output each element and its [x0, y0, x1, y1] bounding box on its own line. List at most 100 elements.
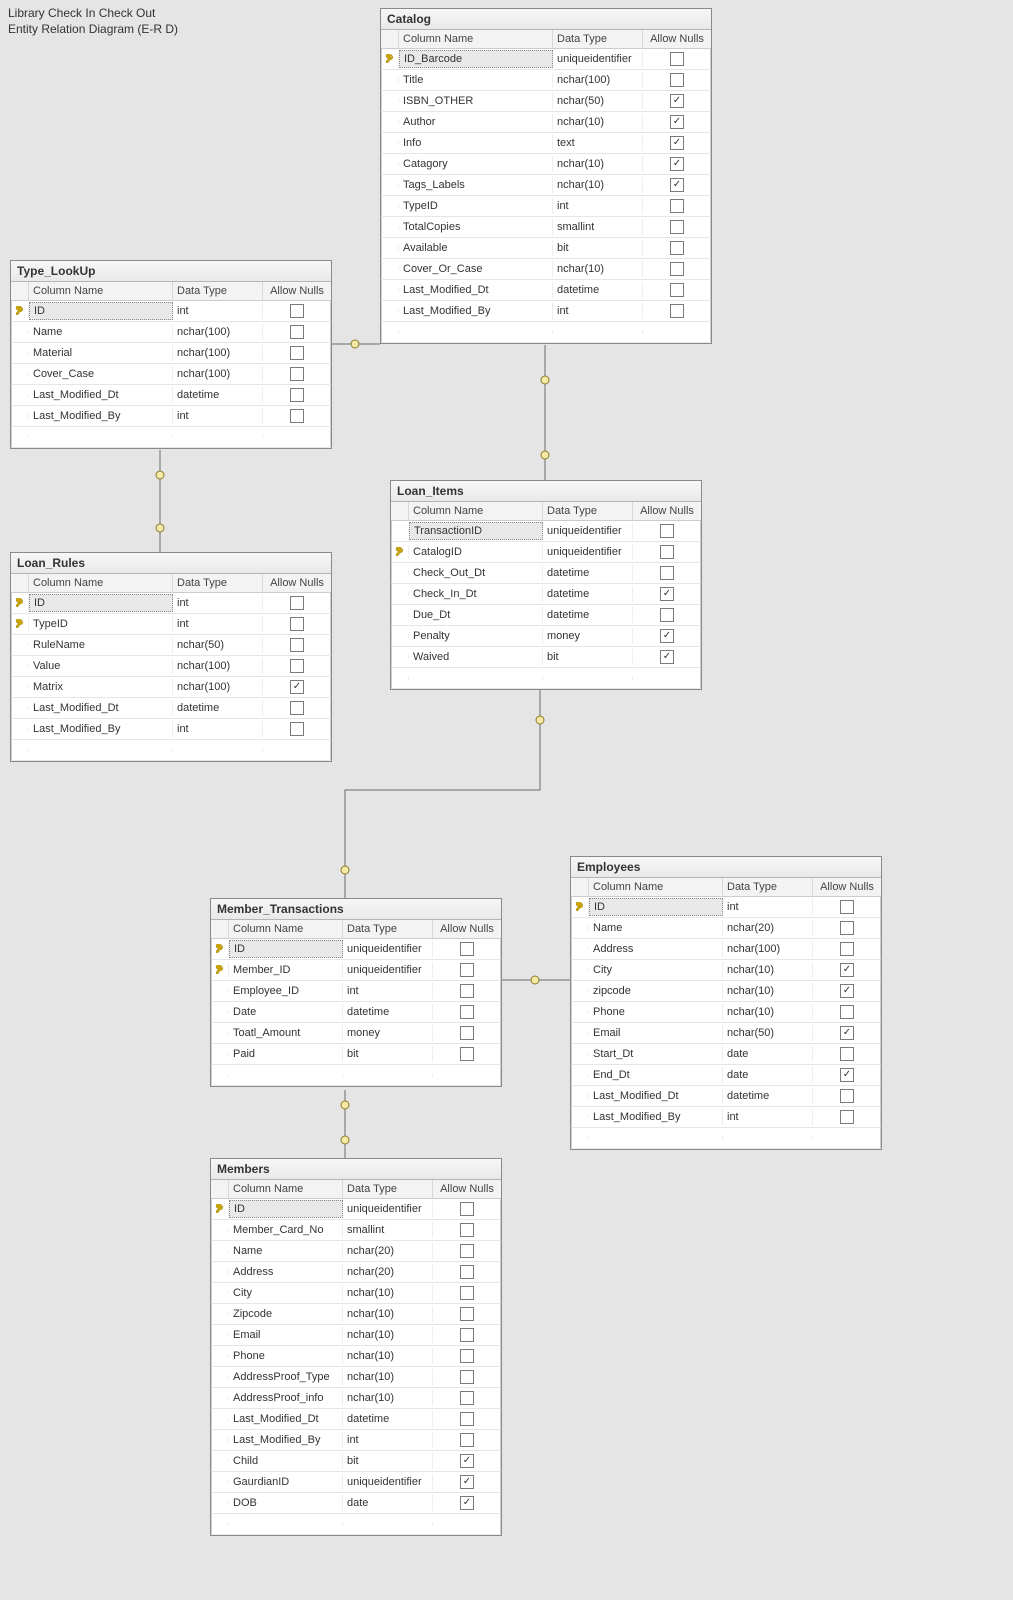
table-row[interactable]: IDint	[571, 897, 881, 918]
column-name[interactable]: Last_Modified_By	[399, 303, 553, 319]
entity-title[interactable]: Type_LookUp	[11, 261, 331, 282]
table-row[interactable]	[211, 1514, 501, 1535]
column-name[interactable]	[399, 330, 553, 334]
data-type[interactable]: nchar(10)	[343, 1390, 433, 1406]
column-name[interactable]: Phone	[229, 1348, 343, 1364]
column-name[interactable]: Paid	[229, 1046, 343, 1062]
column-name[interactable]: Last_Modified_By	[589, 1109, 723, 1125]
data-type[interactable]: int	[553, 198, 643, 214]
column-name[interactable]: CatalogID	[409, 544, 543, 560]
column-name[interactable]: TotalCopies	[399, 219, 553, 235]
allow-nulls-checkbox[interactable]	[813, 1066, 881, 1084]
table-row[interactable]: Catagorynchar(10)	[381, 154, 711, 175]
table-row[interactable]: CatalogIDuniqueidentifier	[391, 542, 701, 563]
allow-nulls-checkbox[interactable]	[643, 197, 711, 215]
column-name[interactable]: TransactionID	[409, 522, 543, 540]
column-name[interactable]: Title	[399, 72, 553, 88]
table-row[interactable]: Valuenchar(100)	[11, 656, 331, 677]
allow-nulls-checkbox[interactable]	[433, 1284, 501, 1302]
table-row[interactable]: ID_Barcodeuniqueidentifier	[381, 49, 711, 70]
table-row[interactable]: Phonenchar(10)	[571, 1002, 881, 1023]
column-name[interactable]: AddressProof_info	[229, 1390, 343, 1406]
data-type[interactable]: datetime	[343, 1411, 433, 1427]
data-type[interactable]	[173, 748, 263, 752]
allow-nulls-checkbox[interactable]	[263, 748, 331, 752]
allow-nulls-checkbox[interactable]	[433, 1221, 501, 1239]
allow-nulls-checkbox[interactable]	[643, 260, 711, 278]
allow-nulls-checkbox[interactable]	[433, 1431, 501, 1449]
allow-nulls-checkbox[interactable]	[813, 1087, 881, 1105]
data-type[interactable]: nchar(10)	[343, 1348, 433, 1364]
data-type[interactable]: smallint	[343, 1222, 433, 1238]
allow-nulls-checkbox[interactable]	[433, 1200, 501, 1218]
allow-nulls-checkbox[interactable]	[813, 1024, 881, 1042]
allow-nulls-checkbox[interactable]	[643, 239, 711, 257]
column-name[interactable]: End_Dt	[589, 1067, 723, 1083]
allow-nulls-checkbox[interactable]	[633, 585, 701, 603]
data-type[interactable]: nchar(100)	[553, 72, 643, 88]
data-type[interactable]: int	[343, 1432, 433, 1448]
data-type[interactable]: uniqueidentifier	[343, 1201, 433, 1217]
table-row[interactable]: Last_Modified_Byint	[381, 301, 711, 322]
data-type[interactable]: datetime	[543, 607, 633, 623]
column-name[interactable]: Matrix	[29, 679, 173, 695]
data-type[interactable]	[543, 676, 633, 680]
table-row[interactable]: Last_Modified_Byint	[11, 406, 331, 427]
allow-nulls-checkbox[interactable]	[813, 982, 881, 1000]
table-row[interactable]: IDint	[11, 301, 331, 322]
column-name[interactable]: Cover_Case	[29, 366, 173, 382]
allow-nulls-checkbox[interactable]	[263, 323, 331, 341]
allow-nulls-checkbox[interactable]	[263, 615, 331, 633]
column-name[interactable]	[229, 1522, 343, 1526]
entity-employees[interactable]: EmployeesColumn NameData TypeAllow Nulls…	[570, 856, 882, 1150]
allow-nulls-checkbox[interactable]	[263, 386, 331, 404]
entity-title[interactable]: Employees	[571, 857, 881, 878]
table-row[interactable]: TotalCopiessmallint	[381, 217, 711, 238]
column-name[interactable]: ISBN_OTHER	[399, 93, 553, 109]
column-name[interactable]: Child	[229, 1453, 343, 1469]
column-name[interactable]	[589, 1136, 723, 1140]
table-row[interactable]: Waivedbit	[391, 647, 701, 668]
column-name[interactable]: ID	[229, 1200, 343, 1218]
allow-nulls-checkbox[interactable]	[263, 435, 331, 439]
allow-nulls-checkbox[interactable]	[433, 1473, 501, 1491]
data-type[interactable]: int	[173, 721, 263, 737]
table-row[interactable]: AddressProof_Typenchar(10)	[211, 1367, 501, 1388]
table-row[interactable]: Due_Dtdatetime	[391, 605, 701, 626]
data-type[interactable]: nchar(10)	[723, 1004, 813, 1020]
data-type[interactable]: smallint	[553, 219, 643, 235]
data-type[interactable]: uniqueidentifier	[343, 1474, 433, 1490]
table-row[interactable]: Namenchar(20)	[571, 918, 881, 939]
data-type[interactable]: nchar(100)	[173, 658, 263, 674]
column-name[interactable]: City	[589, 962, 723, 978]
allow-nulls-checkbox[interactable]	[433, 982, 501, 1000]
data-type[interactable]: uniqueidentifier	[553, 51, 643, 67]
entity-members[interactable]: MembersColumn NameData TypeAllow NullsID…	[210, 1158, 502, 1536]
data-type[interactable]: nchar(100)	[173, 345, 263, 361]
allow-nulls-checkbox[interactable]	[633, 564, 701, 582]
data-type[interactable]: uniqueidentifier	[543, 544, 633, 560]
table-row[interactable]: Zipcodenchar(10)	[211, 1304, 501, 1325]
column-name[interactable]: Due_Dt	[409, 607, 543, 623]
data-type[interactable]: nchar(10)	[343, 1306, 433, 1322]
data-type[interactable]: nchar(50)	[553, 93, 643, 109]
table-row[interactable]: IDuniqueidentifier	[211, 939, 501, 960]
allow-nulls-checkbox[interactable]	[263, 699, 331, 717]
data-type[interactable]: nchar(10)	[723, 962, 813, 978]
table-row[interactable]: TypeIDint	[11, 614, 331, 635]
table-row[interactable]: Penaltymoney	[391, 626, 701, 647]
data-type[interactable]: nchar(100)	[173, 366, 263, 382]
entity-type_lookup[interactable]: Type_LookUpColumn NameData TypeAllow Nul…	[10, 260, 332, 449]
table-row[interactable]: GaurdianIDuniqueidentifier	[211, 1472, 501, 1493]
allow-nulls-checkbox[interactable]	[433, 1263, 501, 1281]
data-type[interactable]: datetime	[343, 1004, 433, 1020]
column-name[interactable]	[229, 1073, 343, 1077]
data-type[interactable]: datetime	[543, 565, 633, 581]
data-type[interactable]: nchar(10)	[553, 114, 643, 130]
table-row[interactable]: Last_Modified_Byint	[11, 719, 331, 740]
column-name[interactable]: Info	[399, 135, 553, 151]
allow-nulls-checkbox[interactable]	[643, 302, 711, 320]
data-type[interactable]: text	[553, 135, 643, 151]
column-name[interactable]: Last_Modified_Dt	[229, 1411, 343, 1427]
table-row[interactable]	[391, 668, 701, 689]
